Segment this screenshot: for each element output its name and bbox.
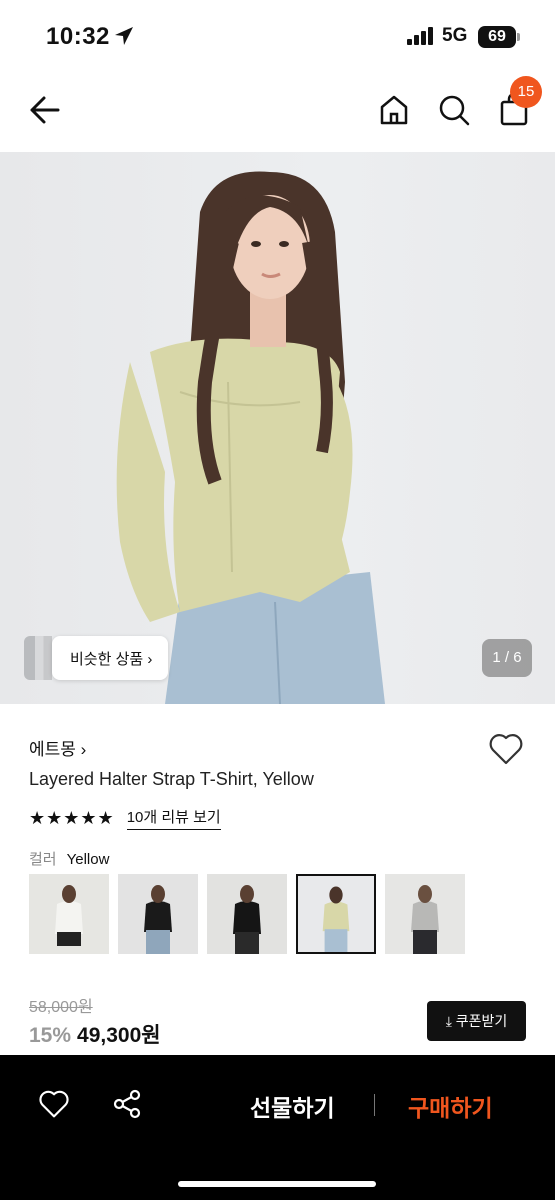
search-icon[interactable]	[436, 92, 472, 128]
swatch-yellow[interactable]	[296, 874, 376, 954]
rating-stars: ★★★★★	[29, 807, 115, 828]
cart-count-badge: 15	[510, 76, 542, 108]
buy-button[interactable]: 구매하기	[408, 1089, 493, 1123]
top-nav: 15	[0, 70, 555, 152]
swatch-black-photo	[207, 874, 287, 954]
signal-icon	[407, 27, 433, 45]
coupon-button[interactable]: ⤓ 쿠폰받기	[427, 1001, 526, 1041]
model-photo	[116, 171, 385, 704]
sale-price-row: 15% 49,300원	[29, 1019, 161, 1049]
color-row: 컬러 Yellow	[29, 848, 109, 869]
color-label: 컬러	[29, 851, 57, 868]
status-bar: 10:32 5G 69	[0, 0, 555, 70]
color-swatches	[29, 874, 465, 954]
network-type: 5G	[442, 25, 468, 46]
original-price: 58,000원	[29, 999, 93, 1016]
discount-rate: 15%	[29, 1024, 72, 1047]
battery-icon: 69	[478, 26, 516, 48]
product-image[interactable]	[0, 152, 555, 704]
similar-thumbnails	[24, 636, 52, 680]
wishlist-heart-icon-bottom[interactable]	[38, 1089, 70, 1119]
wishlist-heart-icon[interactable]	[488, 732, 524, 766]
sale-price: 49,300원	[77, 1024, 161, 1047]
share-icon[interactable]	[111, 1088, 143, 1120]
swatch-grey[interactable]	[385, 874, 465, 954]
review-link[interactable]: 10개 리뷰 보기	[126, 806, 221, 830]
swatch-white-photo	[29, 874, 109, 954]
gift-button[interactable]: 선물하기	[250, 1089, 335, 1123]
divider	[374, 1094, 375, 1116]
swatch-grey-photo	[385, 874, 465, 954]
back-arrow-icon[interactable]	[26, 92, 66, 128]
home-icon[interactable]	[376, 92, 412, 128]
product-title: Layered Halter Strap T-Shirt, Yellow	[29, 769, 314, 789]
swatch-black-jeans-photo	[118, 874, 198, 954]
battery-tip	[517, 33, 520, 41]
bottom-action-bar: 선물하기 구매하기	[0, 1055, 555, 1200]
swatch-black-jeans[interactable]	[118, 874, 198, 954]
similar-products-label: 비슷한 상품 ›	[52, 636, 169, 680]
brand-link[interactable]: 에트몽 ›	[29, 735, 86, 760]
image-counter: 1 / 6	[482, 639, 532, 677]
swatch-yellow-photo	[298, 876, 374, 952]
home-indicator	[178, 1181, 376, 1187]
status-time: 10:32	[46, 23, 110, 50]
location-arrow-icon	[115, 27, 133, 45]
similar-products-button[interactable]: 비슷한 상품 ›	[24, 636, 169, 680]
swatch-white[interactable]	[29, 874, 109, 954]
swatch-black[interactable]	[207, 874, 287, 954]
rating-row: ★★★★★ 10개 리뷰 보기	[29, 806, 221, 830]
color-value: Yellow	[66, 851, 110, 868]
